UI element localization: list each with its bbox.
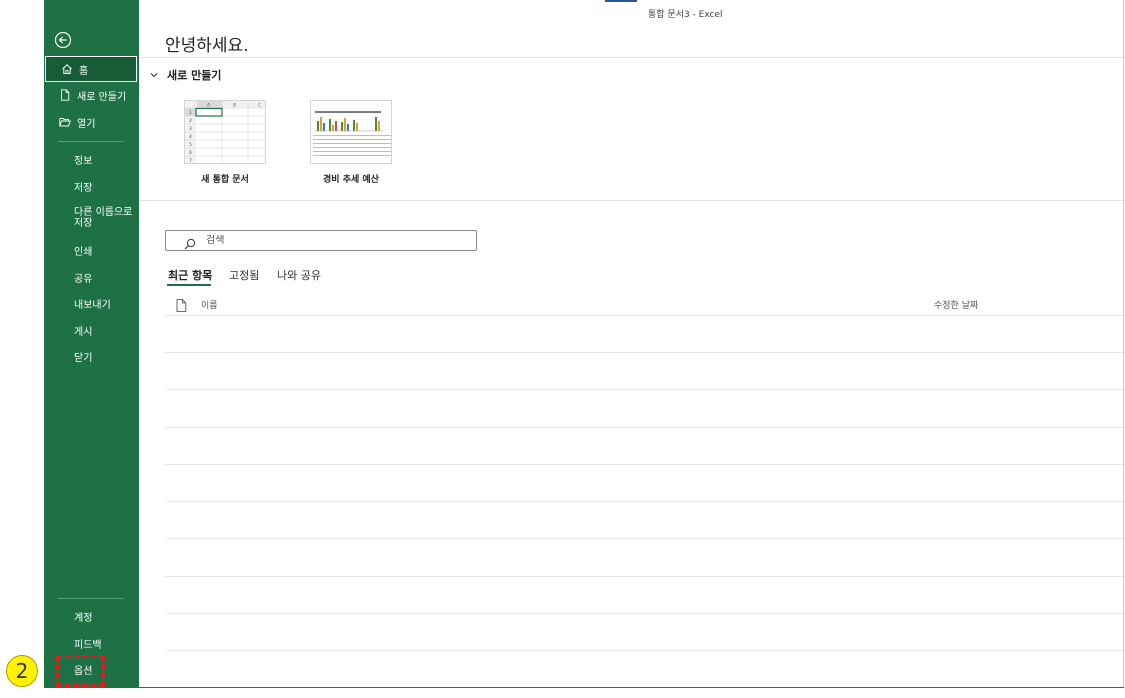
sidebar-item-account[interactable]: 계정 xyxy=(44,603,139,629)
sidebar-divider xyxy=(58,141,124,142)
row-header: 5 xyxy=(189,142,192,148)
template-expense-trends-budget[interactable]: 경비 추세 예산 xyxy=(310,100,392,185)
sidebar-item-export[interactable]: 내보내기 xyxy=(44,290,139,316)
step-number-badge: 2 xyxy=(6,655,38,687)
section-divider xyxy=(139,200,1125,201)
search-icon xyxy=(184,235,196,249)
list-row-divider xyxy=(165,538,1125,539)
sidebar-item-label: 내보내기 xyxy=(74,299,111,311)
new-section-label: 새로 만들기 xyxy=(167,69,222,82)
sidebar-item-publish[interactable]: 게시 xyxy=(44,317,139,343)
list-row-divider xyxy=(165,576,1125,577)
left-gutter xyxy=(0,0,44,698)
list-row-divider xyxy=(165,352,1125,353)
sidebar-item-print[interactable]: 인쇄 xyxy=(44,237,139,263)
options-highlight-box xyxy=(56,655,105,687)
chevron-down-icon xyxy=(149,70,159,80)
list-row-divider xyxy=(165,389,1125,390)
backstage-sidebar: 홈 새로 만들기 열기 정보 저장 다른 이름으로 저장 인쇄 공유 내보내기 … xyxy=(44,0,139,688)
section-divider xyxy=(139,57,1125,58)
tab-shared-with-me[interactable]: 나와 공유 xyxy=(277,267,321,283)
new-section-header[interactable]: 새로 만들기 xyxy=(149,67,221,83)
sidebar-item-label: 공유 xyxy=(74,273,93,285)
list-row-divider xyxy=(165,650,1125,651)
new-document-icon xyxy=(59,89,71,101)
sidebar-item-label: 저장 xyxy=(74,182,93,194)
back-arrow-icon[interactable] xyxy=(54,31,72,49)
sidebar-item-save[interactable]: 저장 xyxy=(44,173,139,199)
sidebar-item-label: 열기 xyxy=(77,118,96,130)
sidebar-item-open[interactable]: 열기 xyxy=(44,109,139,135)
list-row-divider xyxy=(165,427,1125,428)
sidebar-item-label: 계정 xyxy=(74,612,93,624)
expense-budget-thumbnail xyxy=(310,100,392,164)
list-row-divider xyxy=(165,501,1125,502)
row-header: 1 xyxy=(189,110,192,116)
greeting-title: 안녕하세요. xyxy=(165,36,249,56)
sidebar-item-label: 새로 만들기 xyxy=(77,91,127,103)
sidebar-item-share[interactable]: 공유 xyxy=(44,264,139,290)
sidebar-item-label: 정보 xyxy=(74,155,93,167)
template-label: 경비 추세 예산 xyxy=(323,175,379,185)
sidebar-item-label: 인쇄 xyxy=(74,246,93,258)
row-header: 2 xyxy=(189,118,192,124)
sidebar-item-label: 다른 이름으로 저장 xyxy=(74,207,133,229)
search-input[interactable] xyxy=(206,235,456,246)
sidebar-item-home[interactable]: 홈 xyxy=(45,56,137,82)
template-label: 새 통합 문서 xyxy=(201,175,249,185)
search-field[interactable] xyxy=(165,230,477,251)
column-name-header[interactable]: 이름 xyxy=(201,298,218,311)
sidebar-item-close[interactable]: 닫기 xyxy=(44,343,139,369)
list-row-divider xyxy=(165,613,1125,614)
window-border xyxy=(1123,0,1124,688)
list-row-divider xyxy=(165,464,1125,465)
file-icon xyxy=(176,297,187,312)
tab-pinned[interactable]: 고정됨 xyxy=(229,267,259,283)
active-tab-indicator xyxy=(167,284,211,286)
row-header: 6 xyxy=(189,150,192,156)
column-header: C xyxy=(258,103,261,109)
column-header: B xyxy=(233,103,236,109)
tab-recent[interactable]: 최근 항목 xyxy=(168,267,212,283)
row-header: 3 xyxy=(189,126,192,132)
sidebar-item-label: 닫기 xyxy=(74,352,93,364)
template-blank-workbook[interactable]: A B C 1 2 3 4 5 6 7 새 통합 문서 xyxy=(184,100,266,185)
sidebar-item-save-as[interactable]: 다른 이름으로 저장 xyxy=(44,207,139,237)
sidebar-item-label: 게시 xyxy=(74,326,93,338)
sidebar-item-label: 홈 xyxy=(79,65,89,77)
row-header: 4 xyxy=(189,134,192,140)
sidebar-item-info[interactable]: 정보 xyxy=(44,146,139,172)
window-border xyxy=(44,687,1124,688)
blank-workbook-thumbnail: A B C 1 2 3 4 5 6 7 xyxy=(184,100,266,164)
row-header: 7 xyxy=(189,158,192,164)
sidebar-item-feedback[interactable]: 피드백 xyxy=(44,630,139,656)
column-modified-header[interactable]: 수정한 날짜 xyxy=(934,298,978,311)
sidebar-item-new[interactable]: 새로 만들기 xyxy=(44,82,139,108)
backstage-main: 안녕하세요. 새로 만들기 A B C 1 2 3 4 5 6 7 새 통합 문… xyxy=(139,0,1125,688)
sidebar-divider xyxy=(58,598,124,599)
sidebar-item-label: 피드백 xyxy=(74,639,102,651)
list-row-divider xyxy=(165,315,1125,316)
open-folder-icon xyxy=(59,116,71,128)
home-icon xyxy=(61,63,73,75)
